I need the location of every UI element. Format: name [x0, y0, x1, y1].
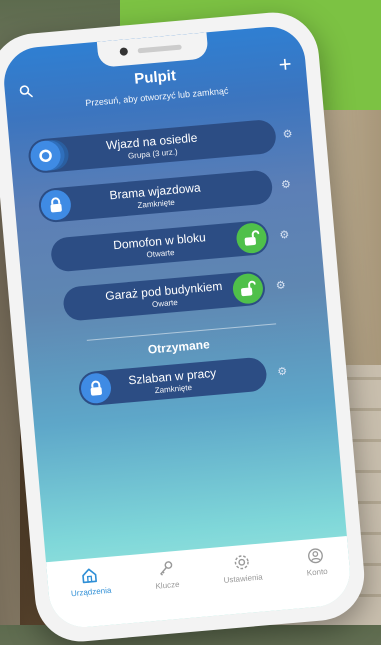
device-card-garaz[interactable]: Garaż pod budynkiem Owarte	[62, 270, 267, 322]
app-screen: Pulpit Przesuń, aby otworzyć lub zamknąć…	[1, 23, 353, 631]
gear-icon[interactable]: ⚙	[278, 229, 291, 242]
tab-urzadzenia[interactable]: Urządzenia	[69, 565, 112, 598]
camera-icon	[119, 47, 129, 56]
device-card-szlaban[interactable]: Szlaban w pracy Zamknięte	[77, 356, 268, 407]
gear-icon[interactable]: ⚙	[274, 279, 287, 292]
key-icon	[160, 561, 173, 576]
speaker-grille	[137, 44, 182, 54]
device-card-wjazd[interactable]: Wjazd na osiedle Grupa (3 urz.)	[27, 118, 278, 175]
tab-label: Klucze	[155, 579, 180, 591]
add-device-button[interactable]: +	[278, 51, 293, 77]
tab-klucze[interactable]: Klucze	[153, 559, 180, 591]
phone-frame: Pulpit Przesuń, aby otworzyć lub zamknąć…	[0, 8, 368, 645]
gear-icon	[234, 555, 249, 570]
tab-label: Ustawienia	[223, 572, 264, 585]
device-card-brama[interactable]: Brama wjazdowa Zamknięte	[37, 169, 274, 224]
home-icon	[82, 568, 98, 584]
device-card-domofon[interactable]: Domofon w bloku Otwarte	[49, 219, 270, 273]
gear-icon[interactable]: ⚙	[276, 365, 289, 379]
search-icon[interactable]	[18, 84, 33, 99]
tab-konto[interactable]: Konto	[305, 546, 328, 578]
gear-icon[interactable]: ⚙	[281, 128, 294, 141]
bottom-tab-bar: Urządzenia Klucze Ustawienia Konto	[46, 535, 353, 631]
account-icon	[308, 548, 324, 564]
tab-label: Urządzenia	[70, 585, 112, 599]
tab-label: Konto	[306, 566, 329, 578]
tab-ustawienia[interactable]: Ustawienia	[221, 552, 263, 585]
gear-icon[interactable]: ⚙	[280, 178, 293, 192]
